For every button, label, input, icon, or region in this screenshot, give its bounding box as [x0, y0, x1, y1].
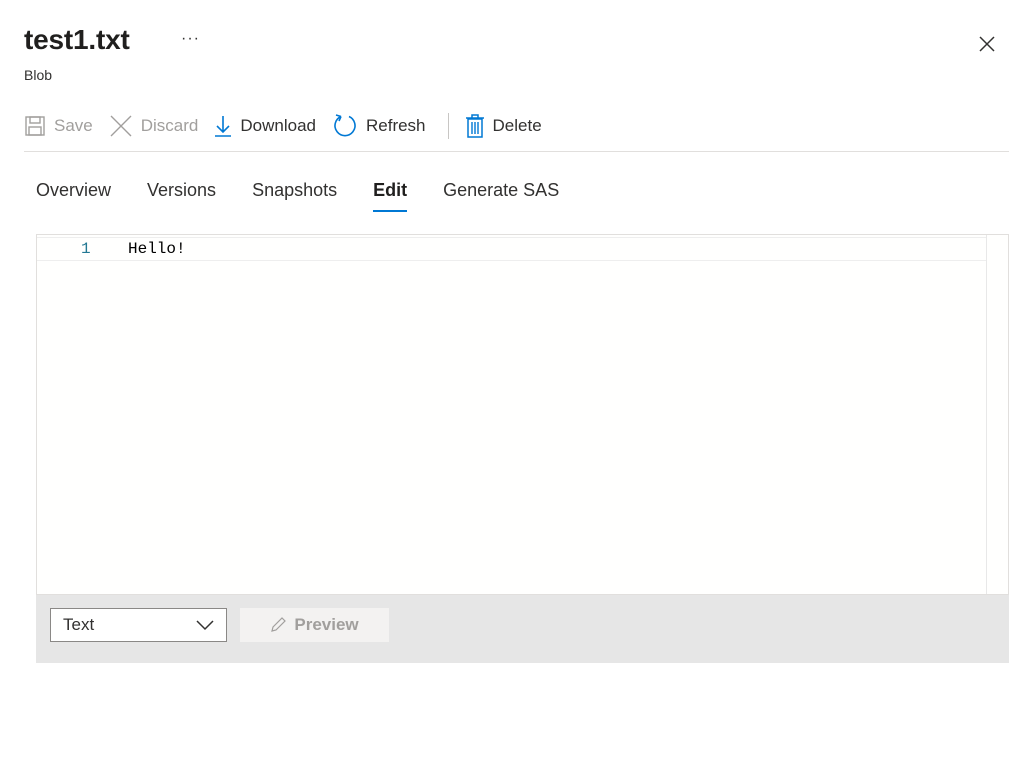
- download-icon: [215, 116, 232, 137]
- command-bar: Save Discard Download Refresh Delete: [24, 110, 1009, 152]
- page-subtitle: Blob: [24, 67, 53, 83]
- save-label: Save: [54, 116, 93, 135]
- refresh-button[interactable]: Refresh: [332, 110, 442, 142]
- discard-button[interactable]: Discard: [109, 110, 215, 142]
- close-icon: [979, 36, 995, 52]
- page-title: test1.txt: [24, 24, 130, 55]
- delete-icon: [465, 114, 484, 138]
- line-number: 1: [81, 240, 91, 258]
- delete-button[interactable]: Delete: [465, 110, 558, 142]
- language-select-value: Text: [63, 615, 95, 634]
- download-label: Download: [240, 116, 316, 135]
- tab-edit[interactable]: Edit: [373, 180, 408, 212]
- tab-snapshots[interactable]: Snapshots: [252, 180, 337, 212]
- tab-bar: Overview Versions Snapshots Edit Generat…: [36, 180, 595, 212]
- editor-line-text[interactable]: Hello!: [128, 240, 186, 258]
- pencil-icon: [271, 617, 287, 632]
- refresh-label: Refresh: [365, 116, 426, 135]
- preview-button[interactable]: Preview: [240, 608, 389, 642]
- save-button[interactable]: Save: [24, 110, 109, 142]
- tab-overview[interactable]: Overview: [36, 180, 111, 212]
- editor-footer: Text Preview: [36, 595, 1009, 663]
- close-button[interactable]: [977, 34, 997, 54]
- language-select[interactable]: Text: [50, 608, 227, 642]
- save-icon: [25, 116, 45, 136]
- editor-scrollbar[interactable]: [986, 235, 1008, 594]
- preview-label: Preview: [294, 615, 359, 634]
- discard-label: Discard: [140, 116, 199, 135]
- toolbar-divider: [447, 113, 449, 139]
- more-options-button[interactable]: ···: [181, 30, 200, 48]
- tab-generate-sas[interactable]: Generate SAS: [443, 180, 559, 212]
- refresh-icon: [334, 114, 356, 137]
- discard-icon: [110, 115, 132, 137]
- download-button[interactable]: Download: [214, 110, 332, 142]
- chevron-down-icon: [196, 620, 214, 631]
- code-editor[interactable]: 1 Hello!: [36, 234, 1009, 595]
- tab-versions[interactable]: Versions: [147, 180, 216, 212]
- delete-label: Delete: [492, 116, 542, 135]
